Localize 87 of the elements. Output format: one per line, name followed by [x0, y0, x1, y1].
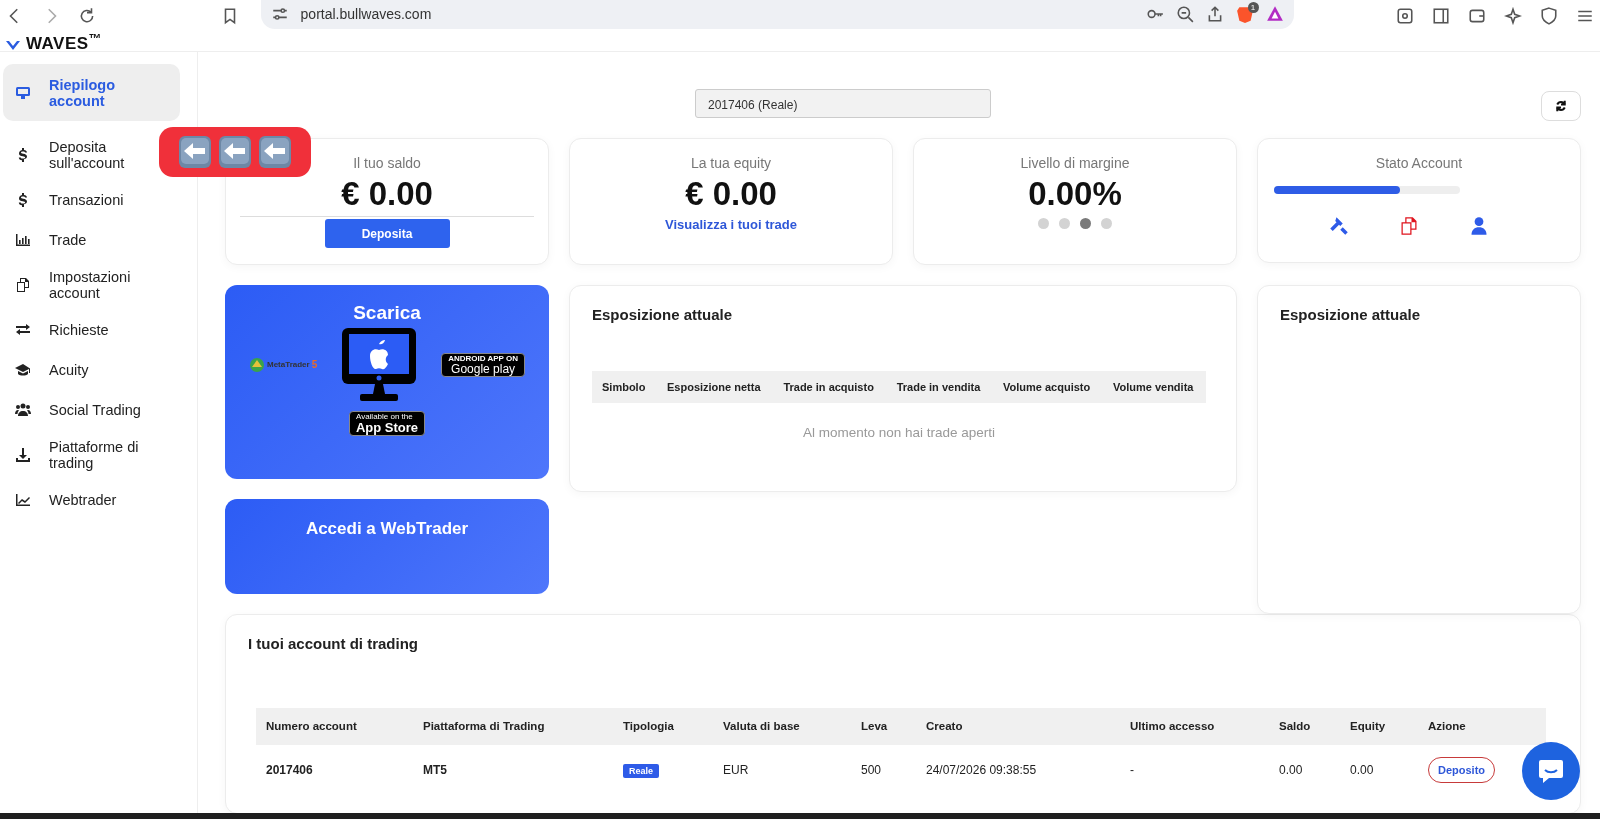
stat-value: 0.00%: [1027, 174, 1123, 214]
section-title: I tuoi account di trading: [248, 634, 419, 654]
stat-label: Livello di margine: [1019, 154, 1131, 173]
sidebar-item[interactable]: Riepilogo account: [3, 64, 180, 121]
reload-icon[interactable]: [78, 7, 96, 25]
column-header: Trade in acquisto: [773, 370, 887, 403]
column-header: Esposizione netta: [657, 370, 774, 403]
stat-label: La tua equity: [689, 154, 773, 173]
sparkle-icon[interactable]: [1504, 7, 1522, 25]
reader-icon[interactable]: [1396, 7, 1414, 25]
sidebar-item[interactable]: Social Trading: [3, 390, 155, 430]
gavel-icon: [1329, 216, 1349, 236]
stat-value: € 0.00: [684, 174, 778, 214]
column-header: Azione: [1418, 707, 1546, 745]
pager-dot[interactable]: [1059, 218, 1070, 229]
section-title: Esposizione attuale: [592, 305, 734, 325]
copy-icon: [1399, 216, 1419, 236]
column-header: Saldo: [1269, 707, 1340, 745]
column-header: Valuta di base: [713, 707, 851, 745]
table-cell: 24/07/2026 09:38:55: [926, 763, 1037, 777]
sidebar-item[interactable]: Richieste: [3, 310, 155, 350]
vpn-shield-icon[interactable]: [1540, 7, 1558, 25]
type-tag: Reale: [623, 764, 660, 778]
site-settings-icon[interactable]: [270, 5, 289, 23]
table-cell: 2017406: [266, 763, 313, 777]
table-cell: EUR: [723, 763, 749, 777]
sidebar-item[interactable]: Transazioni: [3, 180, 155, 220]
zoom-out-icon[interactable]: [1175, 5, 1194, 23]
stat-value: € 0.00: [340, 174, 434, 214]
monitor-icon: [15, 84, 31, 101]
column-header: Volume acquisto: [993, 370, 1103, 403]
stat-label: Il tuo saldo: [352, 154, 422, 173]
deposit-button[interactable]: Deposita: [324, 219, 450, 248]
chat-icon: [1537, 757, 1565, 785]
logo-icon: [6, 41, 20, 51]
table-cell: -: [1130, 763, 1134, 777]
webtrader-card[interactable]: Accedi a WebTrader: [225, 499, 549, 594]
desktop-apple-icon: [340, 325, 419, 404]
column-header: Tipologia: [613, 707, 713, 745]
refresh-icon: [1555, 100, 1567, 112]
pager-dot[interactable]: [1038, 218, 1049, 229]
swap-icon: [15, 322, 31, 338]
google-play-badge[interactable]: ANDROID APP ON Google play: [441, 352, 525, 377]
column-header: Leva: [851, 707, 916, 745]
users-icon: [15, 402, 31, 418]
deposit-button[interactable]: Deposito: [1428, 756, 1496, 784]
status-label: Stato Account: [1374, 154, 1464, 173]
user-icon: [1469, 216, 1489, 236]
address-bar[interactable]: portal.bullwaves.com 1: [260, 0, 1294, 29]
table-cell: 500: [861, 763, 882, 777]
notification-badge: 1: [1247, 2, 1259, 13]
column-header: Simbolo: [592, 370, 657, 403]
wallet-icon[interactable]: [1468, 7, 1486, 25]
bar-chart-icon: [15, 232, 31, 248]
copy-icon: [15, 277, 31, 293]
sidebar-item[interactable]: Piattaforme di trading: [3, 430, 155, 480]
pager-dot[interactable]: [1101, 218, 1112, 229]
column-header: Volume vendita: [1102, 370, 1206, 403]
column-header: Trade in vendita: [886, 370, 994, 403]
table-cell: 0.00: [1279, 763, 1303, 777]
section-title: Esposizione attuale: [1280, 305, 1422, 325]
column-header: Piattaforma di Trading: [413, 707, 613, 745]
line-chart-icon: [15, 492, 31, 508]
refresh-button[interactable]: [1541, 91, 1581, 121]
sidebar-item[interactable]: Trade: [3, 220, 155, 260]
lion-shield-icon[interactable]: [1235, 5, 1254, 23]
app-store-badge[interactable]: Available on the App Store: [348, 410, 426, 436]
table-cell: 0.00: [1350, 763, 1374, 777]
view-trades-link[interactable]: Visualizza i tuoi trade: [665, 217, 797, 232]
sidebar-item[interactable]: Impostazioni account: [3, 260, 155, 310]
triangle-icon[interactable]: [1265, 5, 1284, 23]
column-header: Equity: [1340, 707, 1418, 745]
pager-dot[interactable]: [1080, 218, 1091, 229]
empty-message: Al momento non hai trade aperti: [801, 424, 997, 442]
download-icon: [15, 447, 31, 463]
column-header: Numero account: [256, 707, 413, 745]
column-header: Creato: [916, 707, 1120, 745]
table-cell: MT5: [423, 763, 447, 777]
graduation-cap-icon: [15, 362, 31, 378]
account-select[interactable]: 2017406 (Reale): [695, 89, 991, 118]
sidebar-icon[interactable]: [1432, 7, 1450, 25]
card-title: Accedi a WebTrader: [305, 519, 469, 538]
sidebar-item[interactable]: Acuity: [3, 350, 155, 390]
sidebar-item[interactable]: Deposita sull'account: [3, 130, 155, 180]
column-header: Ultimo accesso: [1120, 707, 1269, 745]
sidebar-item[interactable]: Webtrader: [3, 480, 155, 520]
card-title: Scarica: [352, 301, 422, 325]
